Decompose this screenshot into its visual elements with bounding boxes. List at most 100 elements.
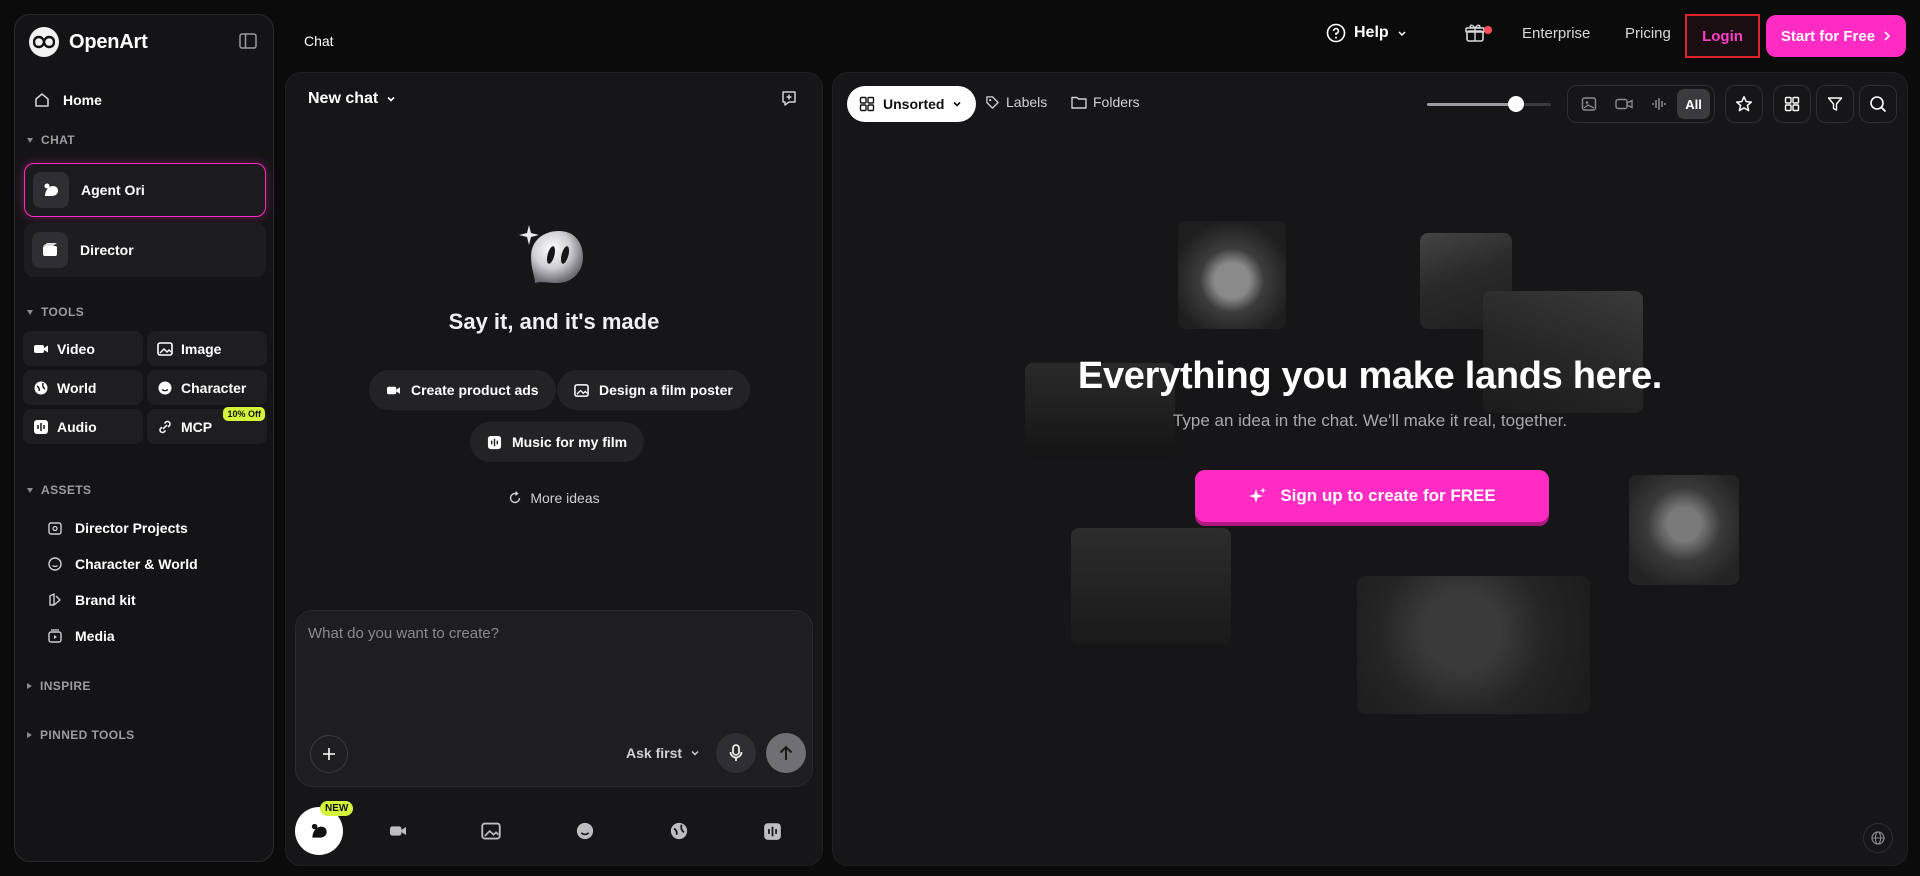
mode-agent-button[interactable]: NEW	[295, 801, 354, 855]
chevron-down-icon	[27, 309, 33, 315]
asset-brand-kit[interactable]: Brand kit	[47, 592, 136, 608]
plus-icon	[322, 747, 336, 761]
tool-world-button[interactable]: World	[23, 370, 143, 405]
chevron-down-icon	[386, 94, 396, 104]
asset-brand-kit-label: Brand kit	[75, 592, 136, 608]
page-title: Chat	[304, 33, 334, 49]
chevron-down-icon	[27, 487, 33, 493]
sample-thumbnail	[1178, 221, 1286, 329]
filter-all-button[interactable]: All	[1677, 89, 1710, 119]
tool-audio-button[interactable]: Audio	[23, 409, 143, 444]
sidebar-item-director[interactable]: Director	[24, 223, 266, 277]
suggestion-create-product-ads[interactable]: Create product ads	[369, 370, 556, 410]
sidebar-collapse-icon[interactable]	[239, 33, 257, 49]
enterprise-link[interactable]: Enterprise	[1522, 14, 1590, 52]
filter-audio-icon[interactable]	[1642, 89, 1675, 119]
sidebar-item-agent-ori[interactable]: Agent Ori	[24, 163, 266, 217]
labels-button[interactable]: Labels	[985, 94, 1047, 110]
grid-view-button[interactable]	[1773, 85, 1811, 123]
ask-mode-label: Ask first	[626, 745, 683, 761]
world-icon	[33, 380, 49, 396]
director-icon	[32, 232, 68, 268]
zoom-slider-handle[interactable]	[1508, 96, 1525, 112]
director-projects-icon	[47, 520, 63, 536]
tool-character-button[interactable]: Character	[147, 370, 267, 405]
new-chat-dropdown[interactable]: New chat	[308, 90, 396, 108]
agent-ori-icon	[33, 172, 69, 208]
suggestion-design-film-poster[interactable]: Design a film poster	[557, 370, 750, 410]
ask-mode-dropdown[interactable]: Ask first	[626, 745, 700, 761]
section-inspire-label: INSPIRE	[40, 679, 91, 693]
section-chat[interactable]: CHAT	[27, 133, 75, 147]
suggestion-label: Music for my film	[512, 434, 628, 450]
tool-image-button[interactable]: Image	[147, 331, 267, 366]
gift-button[interactable]	[1464, 14, 1492, 52]
arrow-up-icon	[779, 745, 793, 761]
send-button[interactable]	[766, 733, 806, 773]
asset-director-projects[interactable]: Director Projects	[47, 520, 188, 536]
help-menu[interactable]: Help	[1326, 14, 1407, 52]
labels-label: Labels	[1006, 94, 1048, 110]
filter-video-icon[interactable]	[1607, 89, 1640, 119]
director-label: Director	[80, 242, 134, 258]
favorites-button[interactable]	[1725, 85, 1763, 123]
home-icon	[33, 91, 51, 109]
discount-badge: 10% Off	[223, 407, 265, 421]
help-label: Help	[1354, 24, 1389, 41]
microphone-button[interactable]	[716, 733, 756, 773]
login-button[interactable]: Login	[1685, 14, 1760, 58]
mode-video-button[interactable]	[378, 811, 418, 851]
mode-character-button[interactable]	[565, 811, 605, 851]
gallery-hero-subtitle: Type an idea in the chat. We'll make it …	[1172, 411, 1568, 430]
section-chat-label: CHAT	[41, 133, 76, 147]
openart-logo-icon	[29, 27, 59, 57]
media-filter-group: All	[1567, 85, 1715, 123]
sample-thumbnail	[1629, 475, 1739, 585]
tool-image-label: Image	[181, 340, 222, 357]
asset-director-projects-label: Director Projects	[75, 520, 188, 536]
gift-icon	[1464, 22, 1492, 44]
language-button[interactable]	[1863, 823, 1893, 853]
new-chat-icon[interactable]	[780, 89, 798, 107]
suggestion-music-for-my-film[interactable]: Music for my film	[470, 422, 645, 462]
search-button[interactable]	[1859, 85, 1897, 123]
mode-image-button[interactable]	[471, 811, 511, 851]
brand[interactable]: OpenArt	[29, 27, 148, 57]
attach-button[interactable]	[310, 735, 348, 773]
start-for-free-button[interactable]: Start for Free	[1766, 15, 1906, 57]
brand-name: OpenArt	[69, 30, 148, 53]
section-inspire[interactable]: INSPIRE	[27, 679, 91, 693]
more-ideas-button[interactable]: More ideas	[286, 490, 822, 506]
section-pinned-tools[interactable]: PINNED TOOLS	[27, 728, 135, 742]
sort-dropdown[interactable]: Unsorted	[847, 86, 977, 122]
prompt-input[interactable]	[308, 625, 788, 642]
media-icon	[47, 628, 63, 644]
mode-audio-button[interactable]	[752, 811, 792, 851]
sidebar-item-home[interactable]: Home	[33, 91, 102, 109]
filter-button[interactable]	[1816, 85, 1854, 123]
folder-icon	[1071, 95, 1087, 109]
agent-ori-label: Agent Ori	[81, 182, 145, 198]
section-tools[interactable]: TOOLS	[27, 305, 84, 319]
asset-media[interactable]: Media	[47, 628, 115, 644]
tool-video-button[interactable]: Video	[23, 331, 143, 366]
video-icon	[33, 342, 49, 356]
star-icon	[1735, 95, 1753, 113]
character-icon	[157, 380, 173, 396]
tool-mcp-label: MCP	[181, 418, 213, 435]
start-for-free-label: Start for Free	[1780, 27, 1876, 45]
chat-panel: New chat Say it, and it's made Create pr…	[285, 72, 823, 866]
signup-button[interactable]: Sign up to create for FREE	[1195, 470, 1549, 522]
filter-image-icon[interactable]	[1572, 89, 1605, 119]
sample-thumbnail	[1071, 528, 1231, 644]
tool-mcp-button[interactable]: MCP 10% Off	[147, 407, 267, 444]
chevron-right-icon	[27, 683, 32, 689]
asset-character-world[interactable]: Character & World	[47, 556, 198, 572]
folders-button[interactable]: Folders	[1071, 94, 1140, 110]
mode-world-button[interactable]	[659, 811, 699, 851]
section-assets[interactable]: ASSETS	[27, 483, 91, 497]
zoom-slider[interactable]	[1427, 96, 1551, 112]
pricing-link[interactable]: Pricing	[1625, 14, 1671, 52]
section-pinned-tools-label: PINNED TOOLS	[40, 728, 135, 742]
zoom-slider-fill	[1427, 103, 1517, 106]
